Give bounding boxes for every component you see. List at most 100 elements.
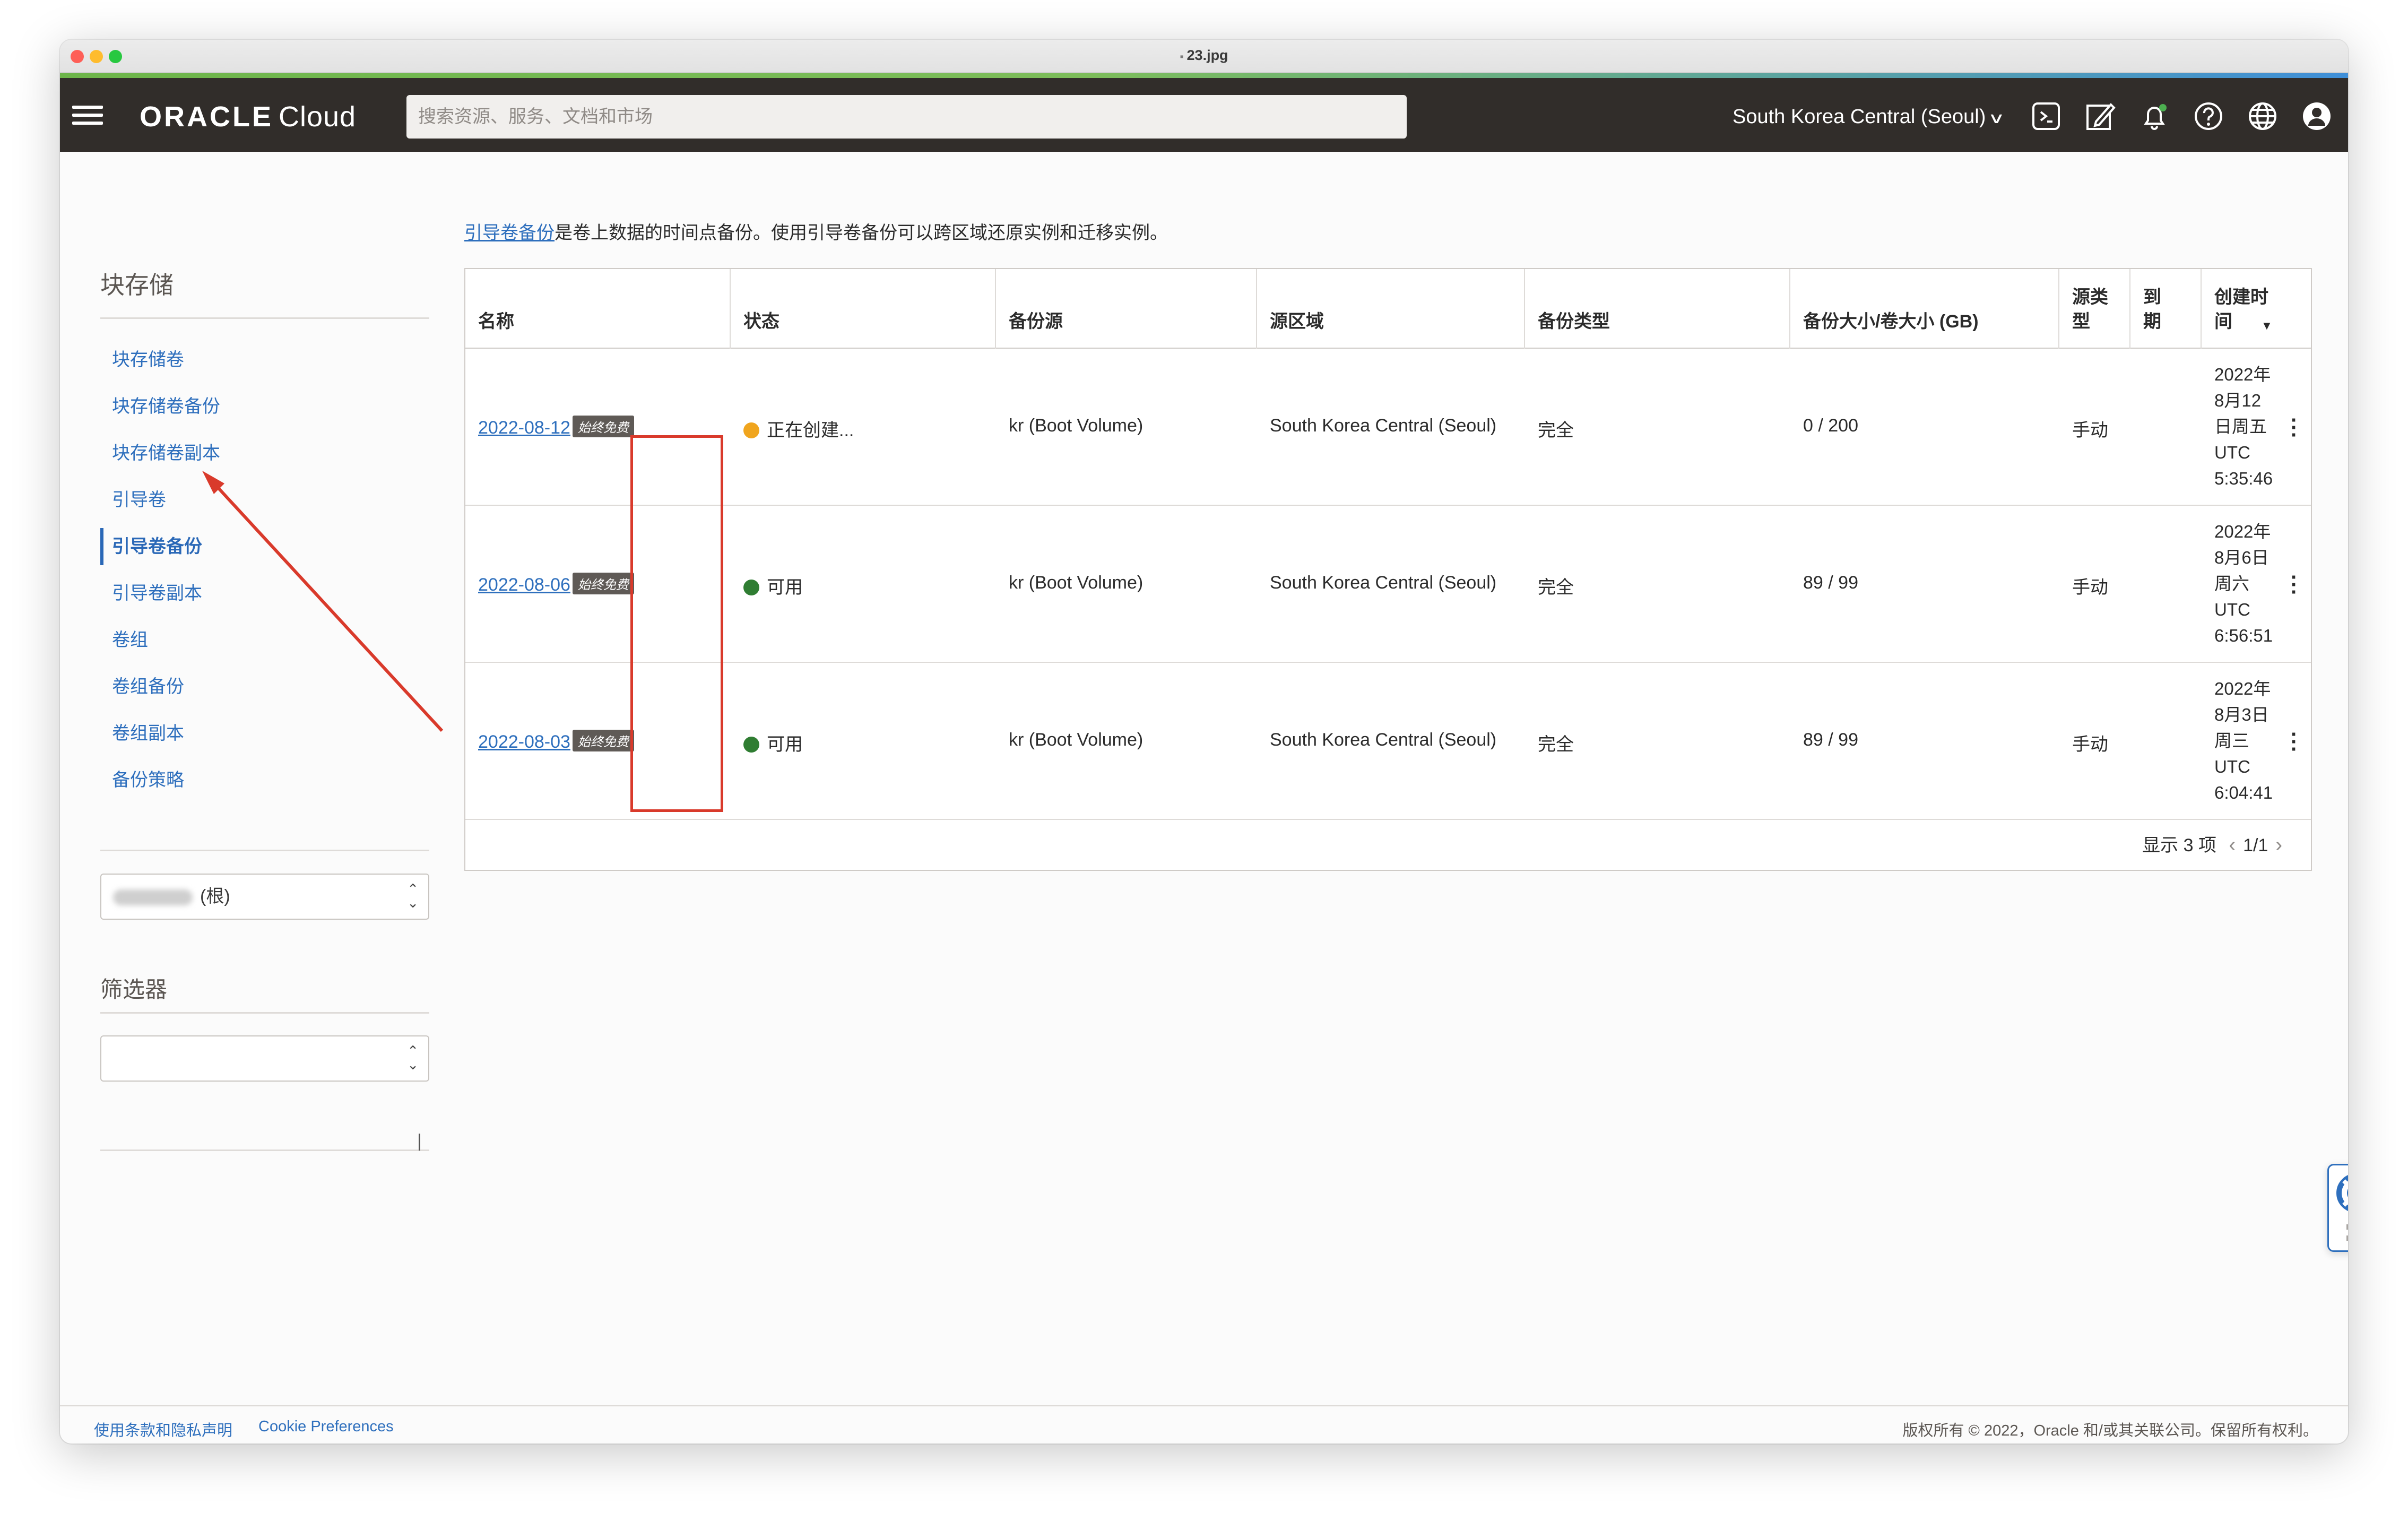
language-globe-icon[interactable] (2247, 100, 2279, 132)
compartment-select[interactable]: (根) ⌃ ⌄ (100, 874, 429, 920)
terms-privacy-link[interactable]: 使用条款和隐私声明 (94, 1418, 232, 1440)
region-cell: South Korea Central (Seoul) (1270, 730, 1497, 750)
row-actions-kebab-icon[interactable]: · · · (2291, 567, 2298, 603)
column-header-source-region[interactable]: 源区域 (1257, 269, 1525, 349)
sidebar-item-block-volume-backups[interactable]: 块存储卷备份 (100, 388, 429, 425)
profile-icon[interactable] (2301, 100, 2333, 132)
column-header-size[interactable]: 备份大小/卷大小 (GB) (1790, 269, 2059, 349)
window-title-text: 23.jpg (1186, 47, 1228, 63)
status-dot-icon (743, 737, 759, 753)
header-label: 名称 (478, 312, 514, 332)
always-free-badge: 始终免费 (572, 416, 634, 437)
table-row: 2022-08-06 始终免费 可用 kr (Boot Volume) South… (465, 506, 2311, 663)
created-cell: 2022年 8月12 日周五 UTC 5:35:46 (2214, 361, 2273, 491)
type-cell: 完全 (1538, 734, 1574, 755)
region-selector[interactable]: South Korea Central (Seoul) ∨ (1733, 106, 2006, 128)
row-actions-kebab-icon[interactable]: · · · (2291, 410, 2298, 446)
oracle-cloud-logo[interactable]: ORACLE Cloud (140, 100, 356, 133)
column-header-source-type[interactable]: 源类 型 (2059, 269, 2130, 349)
always-free-badge: 始终免费 (572, 730, 634, 751)
top-navigation: ORACLECloud South Korea Central (Seoul)∨ (60, 78, 2348, 152)
created-cell: 2022年 8月3日 周三 UTC 6:04:41 (2214, 676, 2273, 806)
region-cell: South Korea Central (Seoul) (1270, 416, 1497, 436)
edit-icon[interactable] (2084, 100, 2116, 132)
status-text: 正在创建... (767, 420, 854, 440)
status-dot-icon (743, 422, 759, 438)
sidebar-title: 块存储 (100, 271, 174, 299)
status-cell: 可用 (743, 573, 803, 599)
boot-volume-backups-link[interactable]: 引导卷备份 (464, 223, 555, 243)
table-header: 名称 状态 备份源 源区域 备份类型 备份大小/卷大小 (GB) 源类 型 到 … (465, 269, 2311, 349)
size-cell: 89 / 99 (1803, 730, 1858, 750)
chevron-down-icon: ∨ (1988, 110, 2006, 126)
sidebar-item-block-volume-replicas[interactable]: 块存储卷副本 (100, 435, 429, 472)
drag-handle-icon[interactable] (2345, 1223, 2348, 1245)
header-label: 状态 (743, 312, 779, 332)
column-header-backup-type[interactable]: 备份类型 (1525, 269, 1790, 349)
header-label: 备份源 (1009, 312, 1063, 332)
help-icon[interactable] (2193, 100, 2224, 132)
created-line: 6:56:51 (2214, 626, 2273, 645)
header-label: 备份大小/卷大小 (GB) (1803, 312, 1979, 332)
backup-name-link[interactable]: 2022-08-03 (478, 732, 570, 752)
sidebar-item-boot-volumes[interactable]: 引导卷 (100, 481, 429, 518)
header-label: 源类 型 (2072, 287, 2108, 332)
previous-page-icon[interactable]: ‹ (2229, 834, 2236, 856)
table-row: 2022-08-03 始终免费 可用 kr (Boot Volume) South… (465, 663, 2311, 820)
page-description: 引导卷备份是卷上数据的时间点备份。使用引导卷备份可以跨区域还原实例和迁移实例。 (464, 218, 1168, 244)
annotation-highlight-box (630, 435, 723, 812)
created-line: 8月12 (2214, 391, 2262, 410)
sidebar-item-boot-volume-replicas[interactable]: 引导卷副本 (100, 575, 429, 612)
column-header-name[interactable]: 名称 (465, 269, 731, 349)
notification-bell-icon[interactable] (2138, 100, 2170, 132)
sidebar-item-volume-group-replicas[interactable]: 卷组副本 (100, 715, 429, 752)
created-cell: 2022年 8月6日 周六 UTC 6:56:51 (2214, 518, 2273, 649)
divider (100, 850, 429, 851)
sidebar-item-volume-group-backups[interactable]: 卷组备份 (100, 668, 429, 705)
sidebar-item-boot-volume-backups[interactable]: 引导卷备份 (100, 528, 429, 565)
created-line: 8月6日 (2214, 548, 2269, 567)
filter-title: 筛选器 (100, 977, 168, 1002)
source-type-cell: 手动 (2072, 734, 2108, 755)
header-label: 源区域 (1270, 312, 1324, 332)
created-line: 2022年 (2214, 365, 2271, 384)
column-header-expiry[interactable]: 到 期 (2130, 269, 2202, 349)
region-label: South Korea Central (Seoul) (1733, 106, 1986, 128)
browser-window: ▪23.jpg ORACLECloud South Korea Central … (60, 40, 2348, 1444)
redacted-compartment-name (113, 889, 193, 906)
status-dot-icon (743, 580, 759, 595)
sidebar-item-backup-policies[interactable]: 备份策略 (100, 762, 429, 799)
name-cell: 2022-08-06 始终免费 (478, 573, 634, 595)
sidebar-item-volume-groups[interactable]: 卷组 (100, 621, 429, 659)
column-header-created[interactable]: 创建时 间 ▼ (2202, 269, 2313, 349)
size-cell: 89 / 99 (1803, 573, 1858, 593)
hamburger-menu-icon[interactable] (72, 106, 103, 125)
cookie-preferences-link[interactable]: Cookie Preferences (258, 1418, 394, 1436)
created-line: UTC (2214, 757, 2250, 776)
column-header-status[interactable]: 状态 (731, 269, 996, 349)
table-footer: 显示 3 项 ‹ 1/1 › (465, 815, 2311, 870)
filter-select[interactable]: ⌃ ⌄ (100, 1035, 429, 1082)
backup-name-link[interactable]: 2022-08-06 (478, 575, 570, 595)
description-text: 是卷上数据的时间点备份。使用引导卷备份可以跨区域还原实例和迁移实例。 (555, 223, 1168, 243)
divider (100, 317, 429, 319)
help-widget[interactable] (2327, 1164, 2348, 1252)
lifebuoy-icon (2336, 1175, 2348, 1211)
source-cell: kr (Boot Volume) (1009, 573, 1144, 593)
status-cell: 可用 (743, 730, 803, 756)
created-line: 5:35:46 (2214, 469, 2273, 488)
row-actions-kebab-icon[interactable]: · · · (2291, 724, 2298, 760)
created-line: 8月3日 (2214, 705, 2269, 724)
column-header-source[interactable]: 备份源 (996, 269, 1257, 349)
header-label: 创建时 间 (2214, 287, 2268, 332)
sidebar-item-block-volumes[interactable]: 块存储卷 (100, 341, 429, 378)
file-icon: ▪ (1180, 51, 1184, 63)
cloud-shell-icon[interactable] (2030, 100, 2062, 132)
divider (100, 1012, 429, 1014)
created-line: UTC (2214, 600, 2250, 619)
backup-name-link[interactable]: 2022-08-12 (478, 418, 570, 438)
created-line: 周三 (2214, 731, 2249, 750)
search-input[interactable] (406, 95, 1407, 139)
source-type-cell: 手动 (2072, 577, 2108, 598)
next-page-icon[interactable]: › (2275, 834, 2282, 856)
